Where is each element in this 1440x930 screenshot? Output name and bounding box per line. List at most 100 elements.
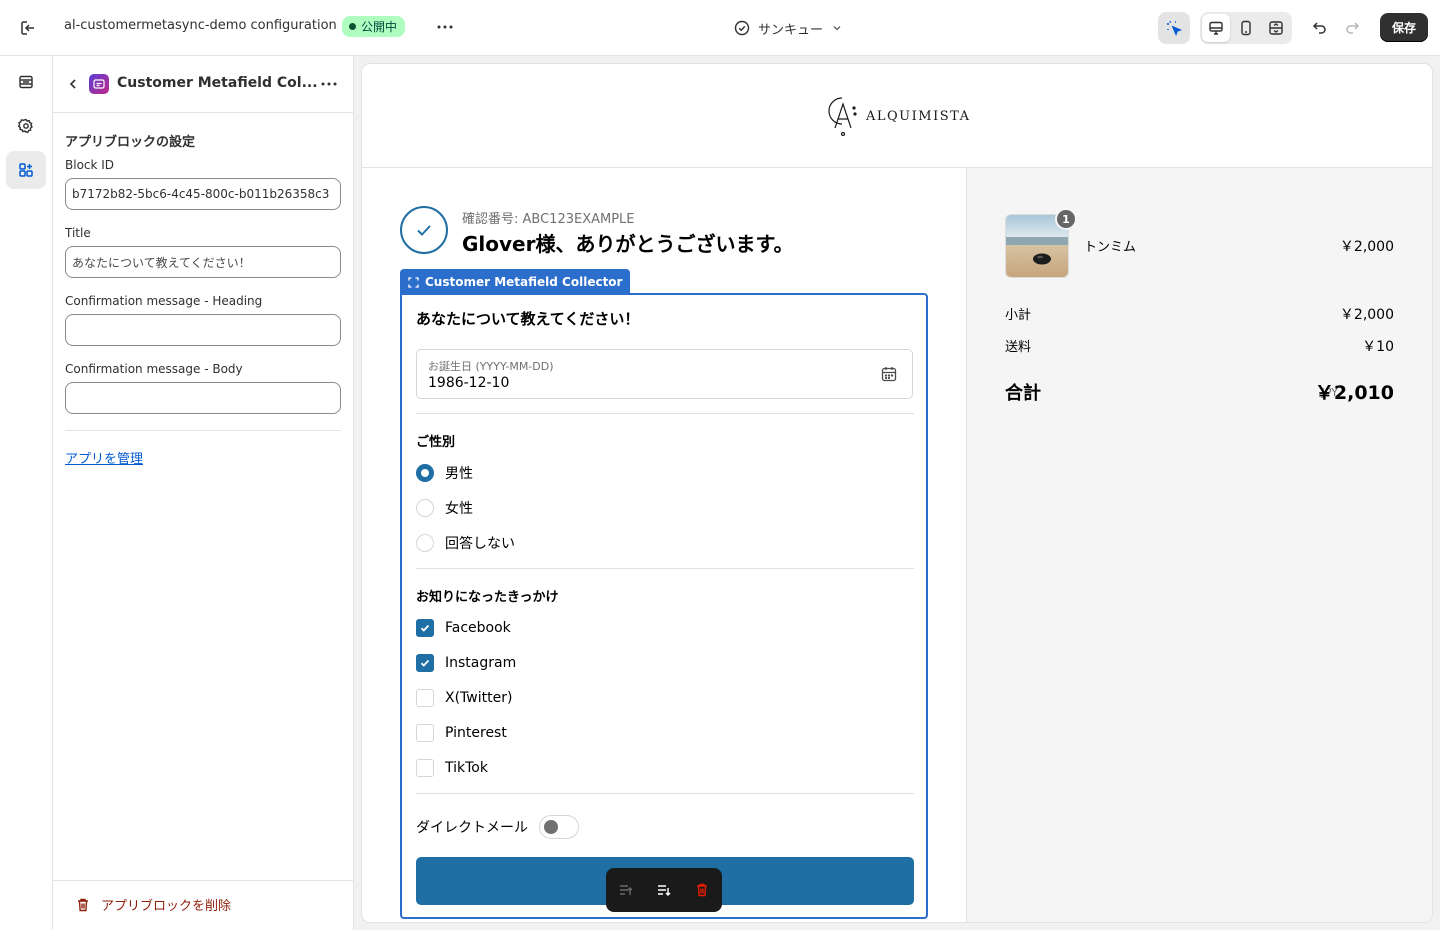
more-actions-button[interactable] (432, 14, 458, 40)
gender-title: ご性別 (416, 435, 456, 450)
source-option-pinterest[interactable]: Pinterest (416, 723, 507, 743)
direct-mail-row: ダイレクトメール (416, 815, 579, 839)
trash-icon (78, 898, 88, 911)
sections-icon (19, 75, 33, 89)
title-field[interactable]: あなたについて教えてください！ (65, 246, 341, 278)
confirmation-heading-field[interactable] (65, 314, 341, 346)
main-column: 確認番号: ABC123EXAMPLE Glover様、ありがとうございます。 … (362, 168, 966, 922)
top-bar: al-customermetasync-demo configuration 公… (0, 0, 1440, 56)
desktop-view-button[interactable] (1202, 14, 1230, 42)
gender-option-label: 男性 (445, 466, 473, 482)
manage-app-link[interactable]: アプリを管理 (65, 448, 143, 467)
block-label-tab[interactable]: Customer Metafield Collector (400, 269, 631, 295)
panel-more-button[interactable] (317, 74, 341, 94)
radio[interactable] (416, 534, 434, 552)
source-title: お知りになったきっかけ (416, 590, 559, 605)
store-name: al-customermetasync-demo configuration (64, 18, 337, 33)
gender-option-female[interactable]: 女性 (416, 498, 473, 518)
source-option-label: Facebook (445, 620, 511, 636)
move-down-icon (658, 885, 671, 896)
undo-button[interactable] (1308, 16, 1332, 40)
logo-text: ALQUIMISTA (866, 108, 971, 124)
chevron-left-icon (69, 79, 76, 89)
app-embeds-button[interactable] (6, 151, 46, 189)
shipping-value: ￥10 (1362, 339, 1394, 355)
page-selector[interactable]: サンキュー (734, 16, 843, 40)
source-option-instagram[interactable]: Instagram (416, 653, 516, 673)
product-name: トンミム (1084, 240, 1137, 255)
apps-icon (19, 163, 33, 177)
confirmed-check-icon (400, 206, 448, 254)
block-label-text: Customer Metafield Collector (425, 275, 623, 289)
inspector-button[interactable] (1158, 12, 1190, 44)
source-option-label: TikTok (445, 760, 488, 776)
logo-mark-icon (828, 97, 857, 137)
checkbox-checked[interactable] (416, 619, 434, 637)
move-up-icon (620, 885, 633, 895)
source-option-label: X(Twitter) (445, 690, 513, 706)
store-logo[interactable]: ALQUIMISTA (826, 94, 970, 138)
block-select-icon (408, 276, 419, 288)
source-option-tiktok[interactable]: TikTok (416, 758, 488, 778)
save-button[interactable]: 保存 (1380, 13, 1428, 42)
birthday-field[interactable]: お誕生日 (YYYY-MM-DD) 1986-12-10 (416, 349, 913, 399)
source-option-twitter[interactable]: X(Twitter) (416, 688, 512, 708)
radio[interactable] (416, 499, 434, 517)
birthday-value: 1986-12-10 (428, 375, 510, 391)
mobile-icon (1241, 20, 1251, 36)
expand-icon (1269, 21, 1283, 35)
page-selector-label: サンキュー (758, 22, 824, 38)
mobile-view-button[interactable] (1232, 14, 1260, 42)
settings-panel: Customer Metafield Col... アプリブロックの設定 Blo… (53, 56, 354, 930)
undo-icon (1312, 22, 1326, 34)
source-option-facebook[interactable]: Facebook (416, 618, 511, 638)
delete-block-button[interactable]: アプリブロックを削除 (75, 895, 231, 914)
gender-option-none[interactable]: 回答しない (416, 533, 515, 553)
calendar-icon[interactable] (880, 365, 898, 387)
exit-icon[interactable] (16, 16, 40, 40)
inspector-icon (1167, 21, 1182, 36)
theme-settings-button[interactable] (6, 107, 46, 145)
product-price: ￥2,000 (1339, 239, 1394, 255)
move-down-button[interactable] (654, 880, 674, 900)
block-toolbar (606, 868, 722, 912)
thank-you-heading: Glover様、ありがとうございます。 (462, 232, 794, 256)
divider (416, 413, 914, 414)
total-value: ￥2,010 (1314, 382, 1394, 404)
confirmation-number: 確認番号: ABC123EXAMPLE (462, 212, 635, 227)
gender-option-male[interactable]: 男性 (416, 463, 473, 483)
panel-footer: アプリブロックを削除 (53, 880, 353, 930)
confirmation-body-field[interactable] (65, 382, 341, 414)
radio-selected[interactable] (416, 464, 434, 482)
subtotal-label: 小計 (1005, 308, 1032, 323)
shipping-label: 送料 (1005, 340, 1032, 355)
remove-block-button[interactable] (692, 880, 712, 900)
full-width-button[interactable] (1262, 14, 1290, 42)
status-badge-label: 公開中 (361, 20, 398, 34)
redo-button[interactable] (1340, 16, 1364, 40)
app-icon (89, 74, 109, 94)
block-id-label: Block ID (65, 158, 115, 172)
store-header: ALQUIMISTA (362, 64, 1432, 168)
quantity-badge: 1 (1055, 208, 1077, 230)
status-badge: 公開中 (342, 16, 406, 37)
trash-icon (697, 883, 707, 897)
delete-block-label: アプリブロックを削除 (101, 899, 232, 914)
back-button[interactable] (63, 74, 83, 94)
checkbox[interactable] (416, 724, 434, 742)
checkbox-checked[interactable] (416, 654, 434, 672)
block-heading: あなたについて教えてください！ (416, 310, 640, 328)
gender-option-label: 女性 (445, 501, 473, 517)
move-up-button[interactable] (616, 880, 636, 900)
block-id-field[interactable]: b7172b82-5bc6-4c45-800c-b011b26358c3 (65, 178, 341, 210)
title-label: Title (65, 226, 91, 240)
status-dot-icon (349, 23, 356, 30)
sections-button[interactable] (6, 63, 46, 101)
metafield-collector-block[interactable]: あなたについて教えてください！ お誕生日 (YYYY-MM-DD) 1986-1… (400, 293, 928, 919)
total-label: 合計 (1005, 383, 1041, 404)
check-circle-icon (734, 20, 750, 36)
gear-icon (18, 118, 33, 134)
direct-mail-toggle[interactable] (539, 815, 579, 839)
checkbox[interactable] (416, 759, 434, 777)
checkbox[interactable] (416, 689, 434, 707)
